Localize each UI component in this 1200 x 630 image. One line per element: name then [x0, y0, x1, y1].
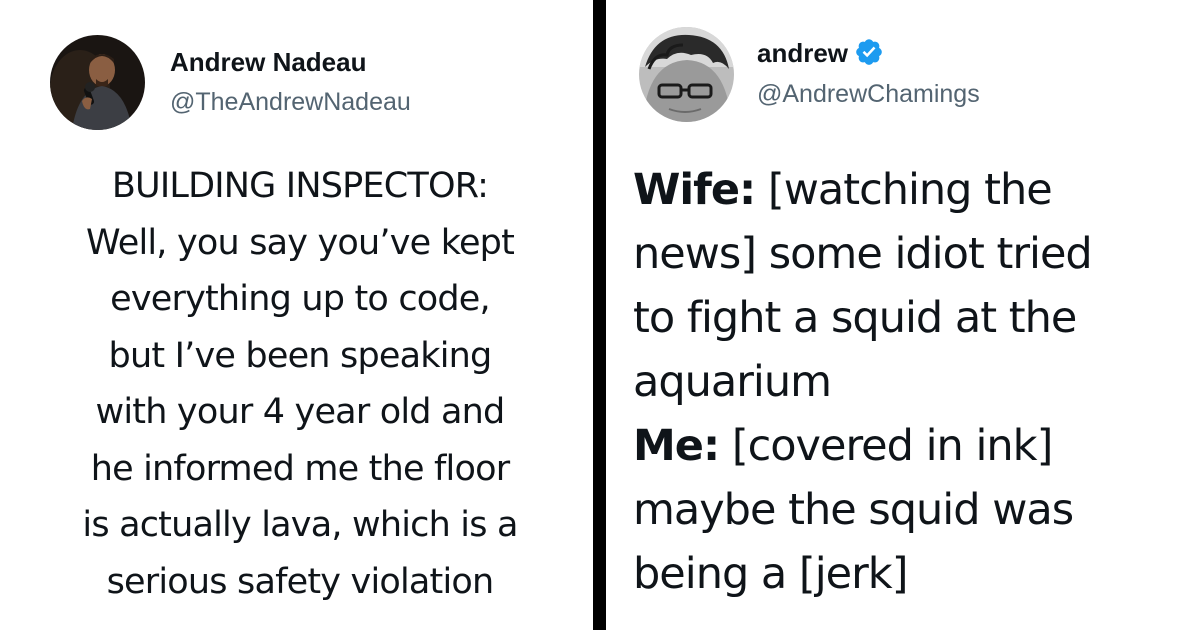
- tweet-text: BUILDING INSPECTOR: Well, you say you’ve…: [30, 158, 570, 610]
- tweet-line: Me: [covered in ink]: [633, 414, 1193, 478]
- left-tweet-card: Andrew Nadeau @TheAndrewNadeau BUILDING …: [0, 0, 593, 630]
- comedian-with-microphone-icon: [50, 35, 145, 130]
- tweet-line: but I’ve been speaking: [108, 335, 493, 376]
- tweet-line: news] some idiot tried: [633, 229, 1093, 279]
- author-display-name-text[interactable]: andrew: [757, 38, 848, 68]
- tweet-line: is actually lava, which is a: [82, 505, 518, 545]
- tweet-line: aquarium: [633, 357, 832, 407]
- tweet-line: being a [jerk]: [633, 549, 908, 599]
- andrew-chamings-avatar[interactable]: [639, 27, 734, 122]
- tweet-text: Wife: [watching the news] some idiot tri…: [633, 158, 1193, 606]
- right-tweet-card: andrew @AndrewChamings Wife: [watching t…: [606, 0, 1200, 630]
- author-handle[interactable]: @TheAndrewNadeau: [170, 87, 411, 117]
- tweet-line: everything up to code,: [110, 279, 491, 319]
- man-with-glasses-icon: [639, 27, 734, 122]
- tweet-line-text: [watching the: [755, 165, 1053, 215]
- speaker-label: Me:: [633, 421, 720, 471]
- author-display-name[interactable]: andrew: [757, 38, 884, 70]
- verified-badge-icon: [854, 37, 884, 67]
- tweet-line: serious safety violation: [106, 561, 495, 602]
- andrew-nadeau-avatar[interactable]: [50, 35, 145, 130]
- tweet-line: Well, you say you’ve kept: [85, 222, 515, 263]
- tweet-line: BUILDING INSPECTOR:: [111, 166, 489, 206]
- tweet-line: Wife: [watching the: [633, 158, 1193, 222]
- tweet-line-text: [covered in ink]: [719, 421, 1054, 471]
- author-display-name[interactable]: Andrew Nadeau: [170, 47, 367, 77]
- tweet-line: he informed me the floor: [90, 448, 510, 489]
- tweet-line: to fight a squid at the: [633, 293, 1077, 343]
- speaker-label: Wife:: [633, 165, 756, 215]
- tweet-line: with your 4 year old and: [95, 392, 506, 432]
- author-handle[interactable]: @AndrewChamings: [757, 79, 980, 109]
- panel-divider: [593, 0, 606, 630]
- tweet-line: maybe the squid was: [633, 485, 1074, 535]
